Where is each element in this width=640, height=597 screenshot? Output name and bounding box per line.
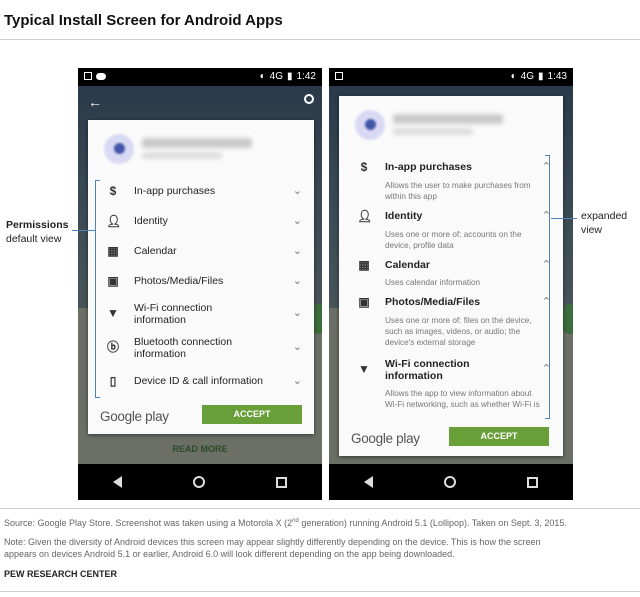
chevron-down-icon[interactable]: ⌄ [293,306,302,319]
permission-label: Calendar [385,259,430,271]
status-time: 1:42 [296,71,316,82]
source-superscript: nd [292,518,299,524]
dollar-icon: $ [360,160,368,174]
chevron-down-icon[interactable]: ⌄ [293,340,302,353]
permission-label: Identity [385,210,423,222]
organization-name: PEW RESEARCH CENTER [4,569,118,579]
permission-label: Photos/Media/Files [134,275,224,287]
nav-back-icon[interactable] [113,476,123,488]
permission-description: Allows the app to view information about… [385,389,540,409]
page-title: Typical Install Screen for Android Apps [4,12,283,29]
search-icon[interactable] [304,94,314,104]
google-play-logo: Google play [100,409,169,424]
photo-icon: ▣ [107,274,119,288]
read-more-link[interactable]: READ MORE [78,444,322,454]
nav-recents-icon[interactable] [526,476,538,488]
person-icon: 👤︎ [357,209,373,223]
cloud-icon [96,73,106,80]
permissions-dialog: $ In-app purchases ⌄ 👤︎ Identity ⌄ ▦ Cal… [88,120,314,434]
app-developer-blurred [142,152,222,159]
image-notification-icon [84,72,92,80]
annotation-permissions: Permissions [6,219,69,231]
back-arrow-icon[interactable]: ← [88,94,102,110]
permission-label: Identity [134,215,168,227]
network-type: 4G [520,71,535,82]
wifi-icon: ▼ [358,362,370,376]
nav-home-icon[interactable] [443,476,456,488]
wifi-icon: ▼ [107,306,119,320]
app-developer-blurred [393,128,473,135]
chevron-down-icon[interactable]: ⌄ [293,374,302,387]
bottom-divider [0,591,640,592]
permission-label: In-app purchases [385,161,472,173]
permission-description: Uses one or more of: files on the device… [385,316,532,347]
accept-button[interactable]: ACCEPT [449,427,549,446]
note-line: appears on devices Android 5.1 or earlie… [4,549,455,559]
nav-recents-icon[interactable] [275,476,287,488]
status-bar: ◐ 4G ▮ 1:42 [78,68,322,86]
permission-label: Bluetooth connection information [134,336,233,360]
android-nav-bar [78,464,322,500]
chevron-down-icon[interactable]: ⌄ [293,184,302,197]
permissions-dialog: $ In-app purchases ⌃ Allows the user to … [339,96,563,456]
permission-label: Device ID & call information [134,375,263,387]
title-divider [0,39,640,40]
app-name-blurred [142,138,252,148]
bracket-connector [72,230,95,231]
google-play-logo: Google play [351,431,420,446]
photo-icon: ▣ [358,295,370,309]
network-type: 4G [269,71,284,82]
chevron-down-icon[interactable]: ⌄ [293,274,302,287]
permission-label: Photos/Media/Files [385,296,481,308]
nav-back-icon[interactable] [364,476,374,488]
accept-button[interactable]: ACCEPT [202,405,302,424]
calendar-icon: ▦ [358,258,370,272]
app-icon [355,110,385,140]
source-note: Source: Google Play Store. Screenshot wa… [4,515,567,529]
annotation-view: view [581,224,603,236]
bracket-connector [551,218,577,219]
source-text: generation) running Android 5.1 (Lollipo… [298,518,567,528]
bluetooth-icon: ⓑ [106,340,119,354]
calendar-icon: ▦ [107,244,119,258]
annotation-expanded: expanded [581,210,628,222]
device-icon: ▯ [109,374,117,388]
status-bar: ◐ 4G ▮ 1:43 [329,68,573,86]
expanded-bracket [545,155,550,419]
permissions-bracket [95,180,100,398]
app-icon [104,134,134,164]
person-icon: 👤︎ [106,214,122,228]
phone-default-view: ◐ 4G ▮ 1:42 ← READ MORE $ In-app purchas… [78,68,322,500]
footer-divider [0,508,640,509]
annotation-default-view: default view [6,233,62,245]
permission-description: Allows the user to make purchases from w… [385,181,531,201]
phone-expanded-view: ◐ 4G ▮ 1:43 $ In-app purchases ⌃ Allows … [329,68,573,500]
permission-description: Uses one or more of: accounts on the dev… [385,230,522,250]
app-name-blurred [393,114,503,124]
battery-icon: ▮ [287,71,293,82]
signal-icon: ◐ [259,71,266,82]
note-line: Note: Given the diversity of Android dev… [4,537,541,547]
nav-home-icon[interactable] [192,476,205,488]
dollar-icon: $ [109,184,117,198]
permission-label: Calendar [134,245,177,257]
source-text: Source: Google Play Store. Screenshot wa… [4,518,293,528]
permission-label: In-app purchases [134,185,216,197]
permission-label: Wi-Fi connection information [385,358,470,382]
permission-description: Uses calendar information [385,278,481,287]
android-nav-bar [329,464,573,500]
status-time: 1:43 [547,71,567,82]
battery-icon: ▮ [538,71,544,82]
permission-label: Wi-Fi connection information [134,302,213,326]
chevron-down-icon[interactable]: ⌄ [293,244,302,257]
chevron-down-icon[interactable]: ⌄ [293,214,302,227]
image-notification-icon [335,72,343,80]
signal-icon: ◐ [510,71,517,82]
